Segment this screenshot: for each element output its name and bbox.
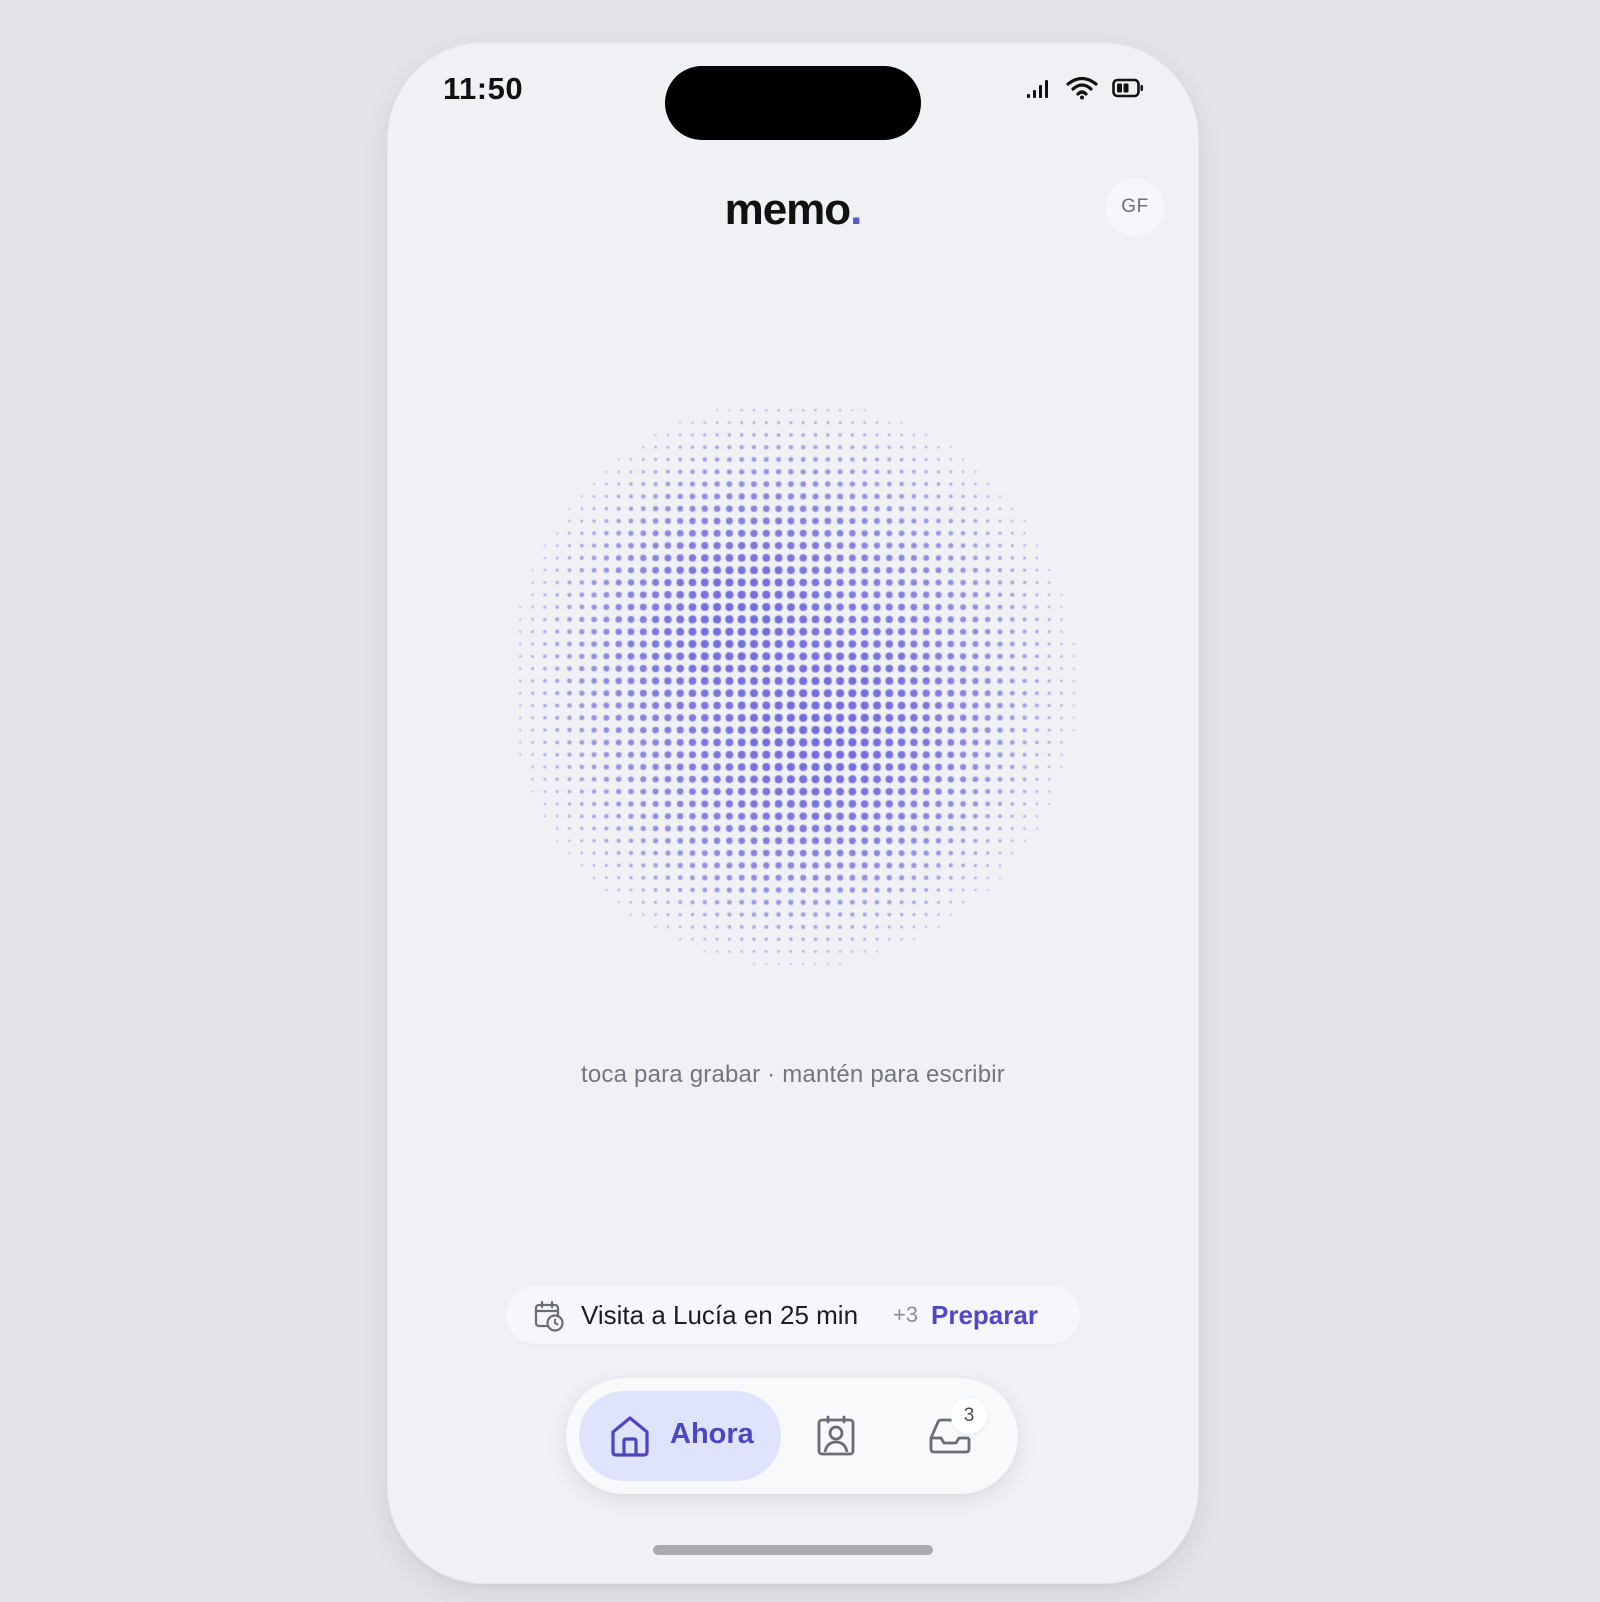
tab-ahora[interactable]: Ahora [579,1391,781,1481]
record-orb[interactable] [498,383,1088,973]
status-time: 11:50 [443,71,524,106]
tab-ahora-label: Ahora [670,1418,754,1450]
avatar[interactable]: GF [1106,178,1164,236]
dynamic-island [665,66,921,140]
cellular-signal-icon [1027,80,1048,98]
phone-screen: 11:50 memo. GF toca para grabar · mantén… [388,43,1198,1583]
record-hint: toca para grabar · mantén para escribir [580,1061,1005,1088]
event-text: Visita a Lucía en 25 min [581,1300,859,1330]
battery-icon [1112,78,1143,98]
wifi-icon [1066,76,1098,100]
home-indicator [653,1545,933,1555]
calendar-clock-icon [534,1300,564,1332]
tab-bar: Ahora 3 [566,1378,1018,1494]
home-icon [611,1416,649,1457]
upcoming-event-banner[interactable]: Visita a Lucía en 25 min +3 Preparar [506,1286,1080,1344]
event-extra-count: +3 [893,1302,919,1327]
inbox-badge: 3 [951,1398,987,1434]
logo-dot: . [850,185,862,234]
logo-text: memo [724,185,852,234]
prepare-button[interactable]: Preparar [931,1300,1038,1331]
contact-card-icon[interactable] [816,1415,856,1457]
status-icons [1026,76,1144,100]
app-logo: memo. [388,185,1198,235]
